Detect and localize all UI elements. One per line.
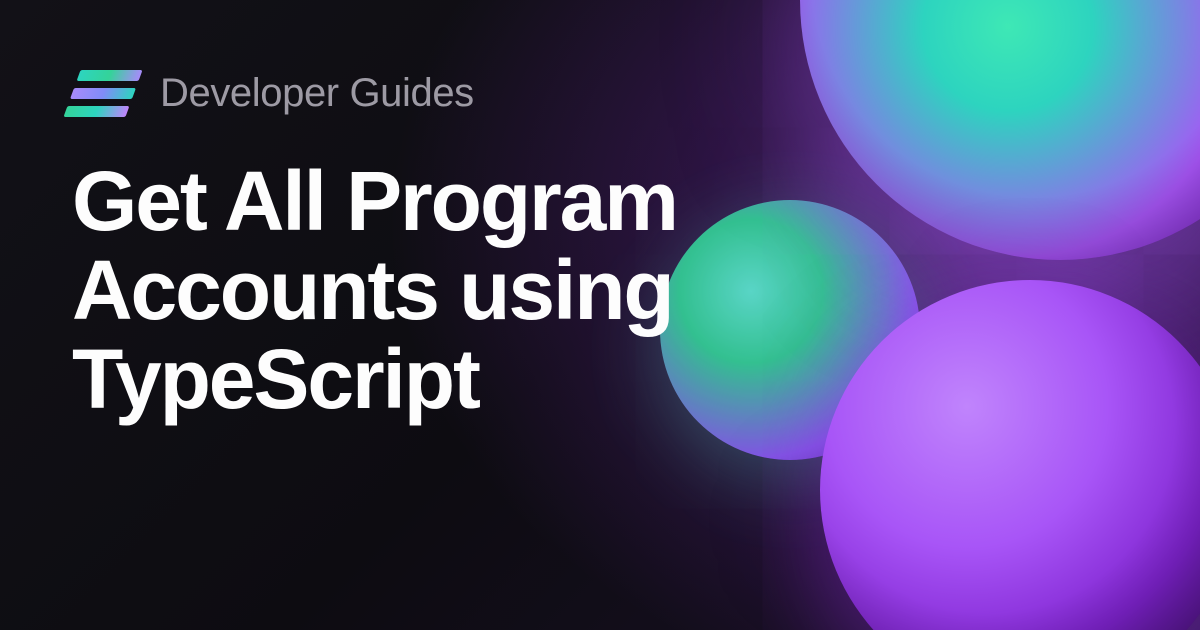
page-title: Get All Program Accounts using TypeScrip… <box>72 157 932 424</box>
content-area: Developer Guides Get All Program Account… <box>0 0 1200 630</box>
logo-bar <box>77 70 143 81</box>
category-label: Developer Guides <box>160 71 474 116</box>
header-row: Developer Guides <box>72 70 1128 117</box>
solana-logo-icon <box>63 70 142 117</box>
logo-bar <box>63 106 129 117</box>
logo-bar <box>70 88 136 99</box>
